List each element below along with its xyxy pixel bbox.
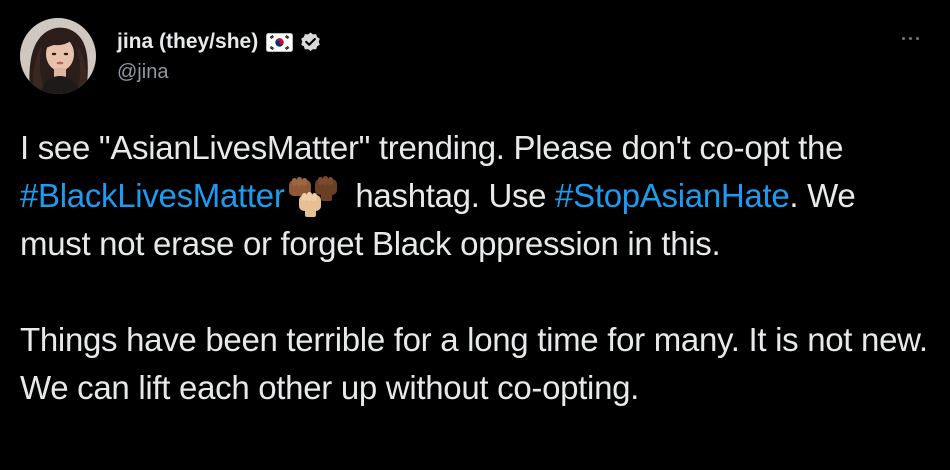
verified-badge-icon: [299, 31, 322, 54]
name-row: jina (they/she): [117, 29, 322, 55]
south-korea-flag-icon: [266, 32, 294, 52]
tweet-text-segment: I see "AsianLivesMatter" trending. Pleas…: [20, 129, 844, 166]
more-horizontal-icon: [901, 36, 905, 40]
tweet: jina (they/she) @jina I see "AsianLivesM…: [0, 0, 950, 470]
more-dot: [915, 36, 919, 40]
avatar-photo: [20, 18, 96, 94]
user-handle[interactable]: @jina: [117, 61, 168, 84]
tweet-paragraph-2: Things have been terrible for a long tim…: [20, 321, 928, 406]
tweet-text-segment: hashtag. Use: [346, 177, 556, 214]
more-options-button[interactable]: [892, 26, 928, 50]
tweet-paragraph-1: I see "AsianLivesMatter" trending. Pleas…: [20, 124, 930, 268]
tweet-text: I see "AsianLivesMatter" trending. Pleas…: [20, 124, 930, 412]
avatar[interactable]: [20, 18, 96, 94]
raised-fists-emoji-icon: [287, 175, 341, 219]
more-dot: [908, 36, 912, 40]
hashtag-stop-asian-hate[interactable]: #StopAsianHate: [555, 177, 790, 214]
hashtag-black-lives-matter[interactable]: #BlackLivesMatter: [20, 177, 285, 214]
display-name[interactable]: jina (they/she): [117, 30, 258, 54]
